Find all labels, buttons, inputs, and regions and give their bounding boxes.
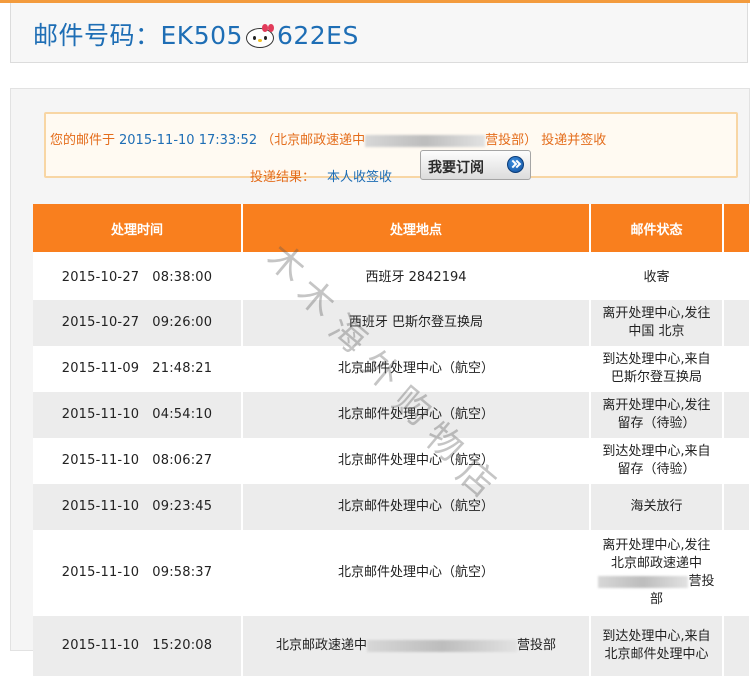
tracking-table: 处理时间 处理地点 邮件状态 2015-10-27 08:38:00 西班牙 2… xyxy=(33,204,750,676)
table-row: 2015-11-09 21:48:21 北京邮件处理中心（航空） 到达处理中心,… xyxy=(33,346,750,392)
tracking-number-part1: EK505 xyxy=(160,21,243,50)
tracking-number-part2: 622ES xyxy=(276,21,359,50)
row-place: 西班牙 巴斯尔登互换局 xyxy=(242,300,591,346)
row-status: 到达处理中心,来自北京邮件处理中心 xyxy=(590,616,724,676)
subscribe-button[interactable]: 我要订阅 xyxy=(420,150,531,180)
delivered-datetime: 2015-11-10 17:33:52 xyxy=(119,133,258,148)
status-part1: 离开处理中心,发往北京邮政速递中 xyxy=(602,538,711,571)
row-place: 西班牙 2842194 xyxy=(242,256,591,300)
page-header: 邮件号码：EK505 622ES xyxy=(10,3,748,63)
title-label: 邮件号码： xyxy=(33,21,161,50)
redacted-text xyxy=(598,575,689,588)
row-status: 到达处理中心,来自巴斯尔登互换局 xyxy=(590,346,724,392)
table-row: 2015-10-27 08:38:00 西班牙 2842194 收寄 xyxy=(33,256,750,300)
row-status: 收寄 xyxy=(590,256,724,300)
row-time: 2015-10-27 08:38:00 xyxy=(33,256,243,300)
double-arrow-right-icon xyxy=(507,156,524,173)
row-status: 离开处理中心,发往北京邮政速递中营投部 xyxy=(590,530,724,616)
row-place: 北京邮件处理中心（航空） xyxy=(242,484,591,530)
delivery-result-value: 本人收签收 xyxy=(327,170,393,185)
delivery-summary: 您的邮件于 2015-11-10 17:33:52 （北京邮政速递中 营投部） 投递并… xyxy=(50,129,740,148)
redacted-text xyxy=(367,639,517,652)
row-place: 北京邮件处理中心（航空） xyxy=(242,438,591,484)
row-time: 2015-11-10 04:54:10 xyxy=(33,392,243,438)
row-status: 离开处理中心,发往留存（待验） xyxy=(590,392,724,438)
row-time: 2015-11-10 09:23:45 xyxy=(33,484,243,530)
row-status: 到达处理中心,来自留存（待验） xyxy=(590,438,724,484)
row-place: 北京邮件处理中心（航空） xyxy=(242,530,591,616)
delivery-suffix: 投递并签收 xyxy=(541,133,607,148)
column-header-extra xyxy=(723,204,750,252)
subscribe-button-label: 我要订阅 xyxy=(428,160,484,176)
redacted-text xyxy=(365,134,486,147)
row-time: 2015-11-10 15:20:08 xyxy=(33,616,243,676)
row-time: 2015-11-09 21:48:21 xyxy=(33,346,243,392)
row-time: 2015-11-10 08:06:27 xyxy=(33,438,243,484)
delivery-result: 投递结果： 本人收签收 xyxy=(250,166,392,185)
table-row: 2015-11-10 09:58:37 北京邮件处理中心（航空） 离开处理中心,… xyxy=(33,530,750,616)
table-row: 2015-11-10 04:54:10 北京邮件处理中心（航空） 离开处理中心,… xyxy=(33,392,750,438)
delivery-prefix: 您的邮件于 xyxy=(50,133,116,148)
table-row: 2015-11-10 15:20:08 北京邮政速递中 营投部 到达处理中心,来自… xyxy=(33,616,750,676)
row-status: 离开处理中心,发往中国 北京 xyxy=(590,300,724,346)
hello-kitty-icon xyxy=(244,24,276,48)
delivery-office-part2: 营投部） xyxy=(485,133,538,148)
delivery-office-part1: （北京邮政速递中 xyxy=(261,133,366,148)
delivery-result-label: 投递结果： xyxy=(250,170,316,185)
page-title: 邮件号码：EK505 622ES xyxy=(33,16,359,52)
row-time: 2015-11-10 09:58:37 xyxy=(33,530,243,616)
row-place: 北京邮件处理中心（航空） xyxy=(242,346,591,392)
row-place: 北京邮政速递中 营投部 xyxy=(242,616,591,676)
table-row: 2015-11-10 08:06:27 北京邮件处理中心（航空） 到达处理中心,… xyxy=(33,438,750,484)
table-header-row: 处理时间 处理地点 邮件状态 xyxy=(33,204,750,252)
row-place: 北京邮件处理中心（航空） xyxy=(242,392,591,438)
table-row: 2015-11-10 09:23:45 北京邮件处理中心（航空） 海关放行 xyxy=(33,484,750,530)
column-header-place: 处理地点 xyxy=(242,204,591,252)
column-header-status: 邮件状态 xyxy=(590,204,724,252)
table-row: 2015-10-27 09:26:00 西班牙 巴斯尔登互换局 离开处理中心,发… xyxy=(33,300,750,346)
row-time: 2015-10-27 09:26:00 xyxy=(33,300,243,346)
column-header-time: 处理时间 xyxy=(33,204,243,252)
row-status: 海关放行 xyxy=(590,484,724,530)
